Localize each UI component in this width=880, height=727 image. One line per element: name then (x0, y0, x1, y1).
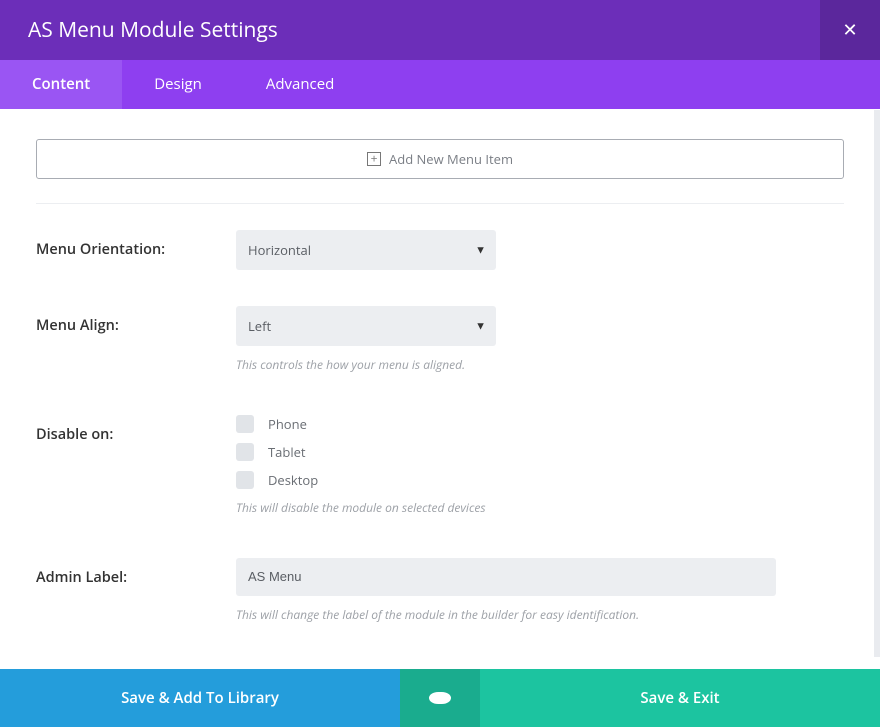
plus-icon: + (367, 152, 381, 166)
orientation-label: Menu Orientation: (36, 230, 236, 259)
settings-modal: AS Menu Module Settings ✕ Content Design… (0, 0, 880, 727)
close-icon: ✕ (842, 18, 857, 42)
tab-content[interactable]: Content (0, 60, 122, 109)
tab-advanced[interactable]: Advanced (234, 60, 366, 109)
row-align: Menu Align: Left ▼ This controls the how… (36, 306, 844, 373)
scrollbar-track[interactable] (874, 110, 880, 657)
checkbox-desktop[interactable] (236, 471, 254, 489)
disable-option-desktop: Desktop (236, 471, 796, 489)
align-label: Menu Align: (36, 306, 236, 335)
tab-bar: Content Design Advanced (0, 60, 880, 109)
checkbox-desktop-label: Desktop (268, 471, 318, 489)
tab-design[interactable]: Design (122, 60, 234, 109)
modal-footer: Save & Add To Library Save & Exit (0, 669, 880, 727)
admin-label-help: This will change the label of the module… (236, 606, 796, 623)
eye-icon (429, 692, 451, 704)
disable-option-phone: Phone (236, 415, 796, 433)
add-menu-item-label: Add New Menu Item (389, 150, 513, 168)
align-value: Left (248, 317, 271, 335)
disable-help: This will disable the module on selected… (236, 499, 796, 516)
save-add-library-button[interactable]: Save & Add To Library (0, 669, 400, 727)
add-menu-item-button[interactable]: + Add New Menu Item (36, 139, 844, 179)
row-orientation: Menu Orientation: Horizontal ▼ (36, 230, 844, 270)
save-exit-button[interactable]: Save & Exit (480, 669, 880, 727)
disable-label: Disable on: (36, 415, 236, 444)
checkbox-phone[interactable] (236, 415, 254, 433)
checkbox-phone-label: Phone (268, 415, 307, 433)
modal-title: AS Menu Module Settings (28, 16, 278, 44)
checkbox-tablet-label: Tablet (268, 443, 306, 461)
orientation-value: Horizontal (248, 241, 311, 259)
align-select[interactable]: Left (236, 306, 496, 346)
align-help: This controls the how your menu is align… (236, 356, 796, 373)
admin-label-label: Admin Label: (36, 558, 236, 587)
modal-body[interactable]: + Add New Menu Item Menu Orientation: Ho… (0, 109, 880, 669)
divider (36, 203, 844, 204)
orientation-select[interactable]: Horizontal (236, 230, 496, 270)
preview-button[interactable] (400, 669, 480, 727)
orientation-select-wrap: Horizontal ▼ (236, 230, 496, 270)
align-select-wrap: Left ▼ (236, 306, 496, 346)
modal-header: AS Menu Module Settings ✕ (0, 0, 880, 60)
close-button[interactable]: ✕ (820, 0, 880, 60)
admin-label-input[interactable] (236, 558, 776, 596)
row-admin-label: Admin Label: This will change the label … (36, 558, 844, 623)
disable-option-tablet: Tablet (236, 443, 796, 461)
row-disable: Disable on: Phone Tablet Desktop This wi (36, 415, 844, 516)
checkbox-tablet[interactable] (236, 443, 254, 461)
